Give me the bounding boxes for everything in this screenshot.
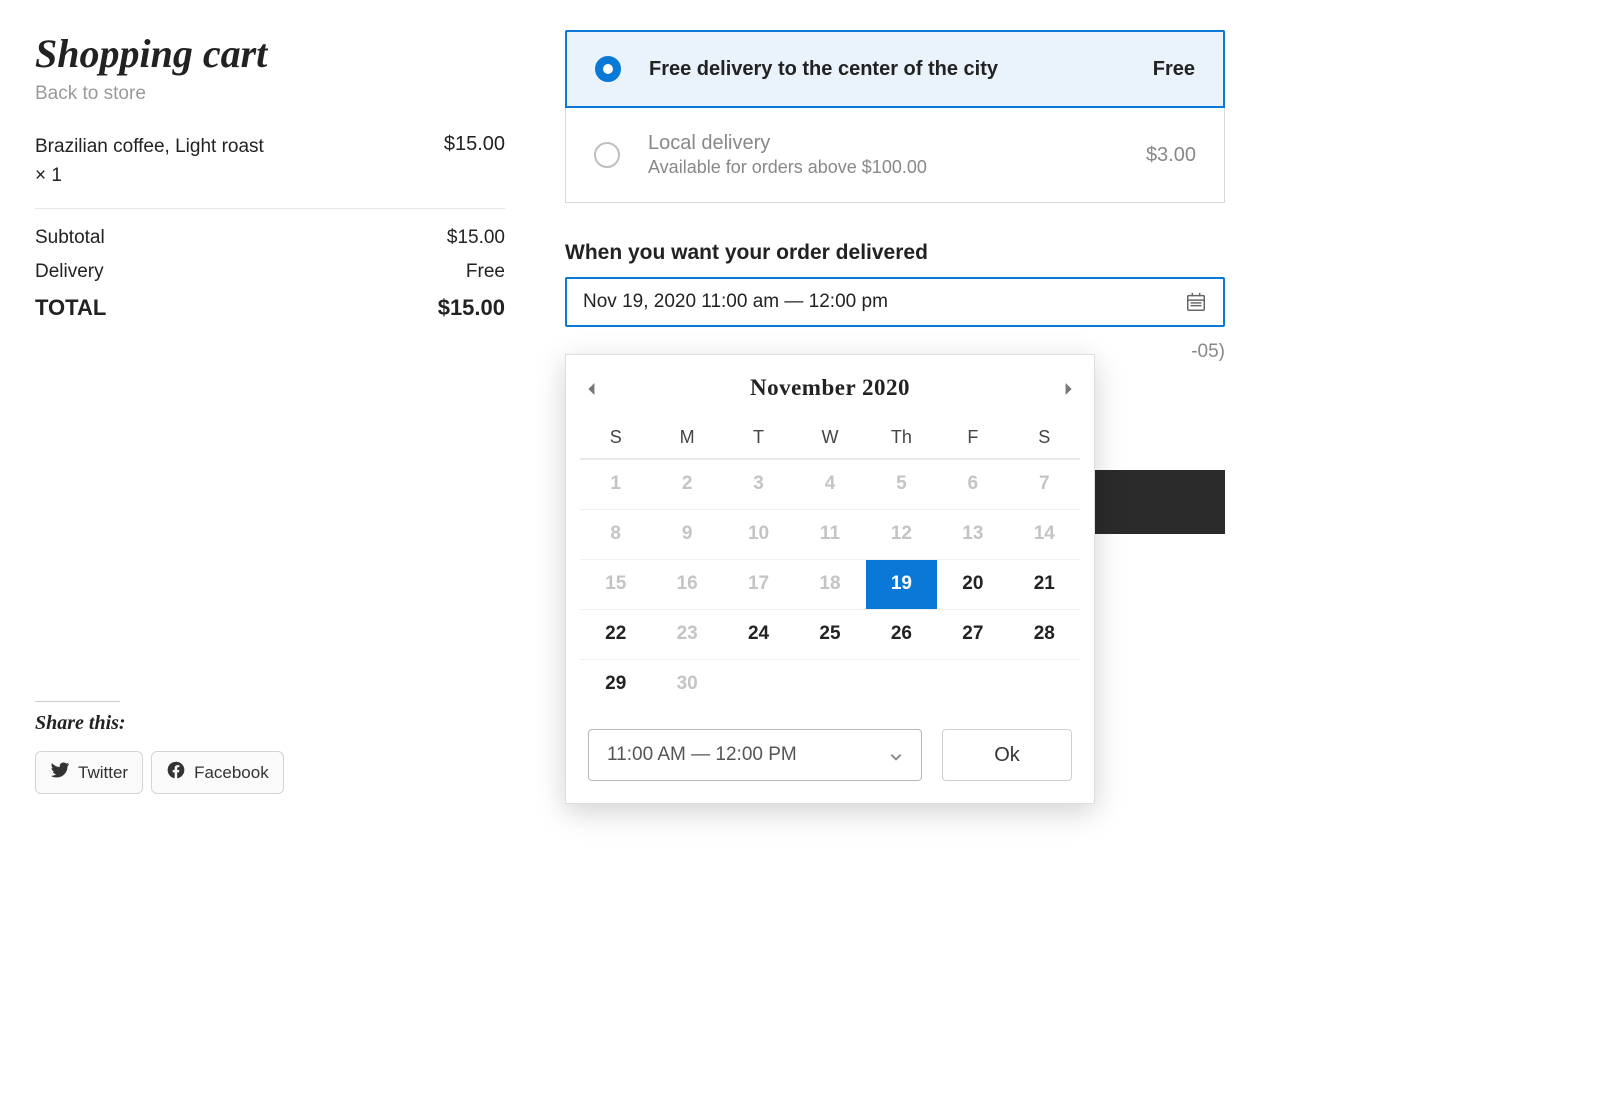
back-to-store-link[interactable]: Back to store — [35, 83, 146, 105]
calendar-day: 1 — [580, 459, 651, 509]
twitter-icon — [50, 760, 70, 785]
calendar-day: 17 — [723, 559, 794, 609]
calendar-dow-header: F — [937, 415, 1008, 459]
date-picker-popup: November 2020 SMTWThFS 12345678910111213… — [565, 354, 1095, 804]
share-title: Share this: — [35, 712, 505, 735]
calendar-day: 13 — [937, 509, 1008, 559]
divider — [35, 701, 120, 702]
checkout-button[interactable] — [1095, 470, 1225, 534]
cart-item-price: $15.00 — [444, 133, 505, 156]
calendar-dow-header: M — [651, 415, 722, 459]
calendar-day: 16 — [651, 559, 722, 609]
calendar-day — [723, 659, 794, 709]
calendar-day: 14 — [1009, 509, 1080, 559]
calendar-day[interactable]: 24 — [723, 609, 794, 659]
calendar-day: 9 — [651, 509, 722, 559]
calendar-day: 7 — [1009, 459, 1080, 509]
calendar-day[interactable]: 19 — [866, 559, 937, 609]
calendar-day: 23 — [651, 609, 722, 659]
cart-item-row: Brazilian coffee, Light roast × 1 $15.00 — [35, 133, 505, 209]
calendar-day[interactable]: 25 — [794, 609, 865, 659]
next-month-button[interactable] — [1062, 382, 1074, 394]
calendar-day[interactable]: 22 — [580, 609, 651, 659]
radio-unselected-icon — [594, 142, 620, 168]
calendar-day: 10 — [723, 509, 794, 559]
subtotal-value: $15.00 — [447, 227, 505, 249]
calendar-day[interactable]: 20 — [937, 559, 1008, 609]
total-label: TOTAL — [35, 295, 106, 321]
calendar-day: 30 — [651, 659, 722, 709]
calendar-dow-header: T — [723, 415, 794, 459]
calendar-day[interactable]: 29 — [580, 659, 651, 709]
calendar-day: 15 — [580, 559, 651, 609]
calendar-icon — [1185, 291, 1207, 313]
delivery-option-free[interactable]: Free delivery to the center of the city … — [565, 30, 1225, 108]
time-range-value: 11:00 AM — 12:00 PM — [607, 744, 797, 766]
share-facebook-button[interactable]: Facebook — [151, 751, 284, 794]
calendar-day[interactable]: 21 — [1009, 559, 1080, 609]
delivery-option-title: Local delivery — [648, 132, 1118, 155]
delivery-when-label: When you want your order delivered — [565, 241, 1225, 265]
calendar-day: 3 — [723, 459, 794, 509]
calendar-dow-header: S — [1009, 415, 1080, 459]
cart-item-name: Brazilian coffee, Light roast — [35, 133, 264, 162]
chevron-down-icon — [889, 748, 903, 762]
facebook-icon — [166, 760, 186, 785]
calendar-day — [866, 659, 937, 709]
calendar-ok-button[interactable]: Ok — [942, 729, 1072, 781]
calendar-day: 4 — [794, 459, 865, 509]
share-twitter-button[interactable]: Twitter — [35, 751, 143, 794]
total-value: $15.00 — [438, 295, 505, 321]
calendar-day: 18 — [794, 559, 865, 609]
calendar-day[interactable]: 26 — [866, 609, 937, 659]
delivery-option-local[interactable]: Local delivery Available for orders abov… — [565, 108, 1225, 203]
calendar-day — [1009, 659, 1080, 709]
page-title: Shopping cart — [35, 30, 505, 77]
subtotal-label: Subtotal — [35, 227, 105, 249]
time-range-select[interactable]: 11:00 AM — 12:00 PM — [588, 729, 922, 781]
calendar-day: 12 — [866, 509, 937, 559]
calendar-month-label: November 2020 — [750, 375, 910, 401]
calendar-day — [794, 659, 865, 709]
calendar-grid: SMTWThFS 1234567891011121314151617181920… — [580, 415, 1080, 709]
delivery-option-price: Free — [1153, 58, 1195, 81]
delivery-date-input[interactable]: Nov 19, 2020 11:00 am — 12:00 pm — [565, 277, 1225, 327]
delivery-option-subtitle: Available for orders above $100.00 — [648, 157, 1118, 178]
calendar-day: 5 — [866, 459, 937, 509]
prev-month-button[interactable] — [586, 382, 598, 394]
calendar-dow-header: W — [794, 415, 865, 459]
radio-selected-icon — [595, 56, 621, 82]
delivery-value: Free — [466, 261, 505, 283]
calendar-day: 6 — [937, 459, 1008, 509]
delivery-option-price: $3.00 — [1146, 144, 1196, 167]
calendar-dow-header: Th — [866, 415, 937, 459]
share-twitter-label: Twitter — [78, 763, 128, 783]
share-facebook-label: Facebook — [194, 763, 269, 783]
delivery-label: Delivery — [35, 261, 104, 283]
delivery-option-title: Free delivery to the center of the city — [649, 58, 1125, 81]
calendar-day: 8 — [580, 509, 651, 559]
calendar-day[interactable]: 28 — [1009, 609, 1080, 659]
calendar-day: 11 — [794, 509, 865, 559]
calendar-day: 2 — [651, 459, 722, 509]
delivery-date-value: Nov 19, 2020 11:00 am — 12:00 pm — [583, 291, 888, 313]
calendar-dow-header: S — [580, 415, 651, 459]
calendar-day — [937, 659, 1008, 709]
calendar-day[interactable]: 27 — [937, 609, 1008, 659]
cart-item-qty: × 1 — [35, 162, 264, 191]
